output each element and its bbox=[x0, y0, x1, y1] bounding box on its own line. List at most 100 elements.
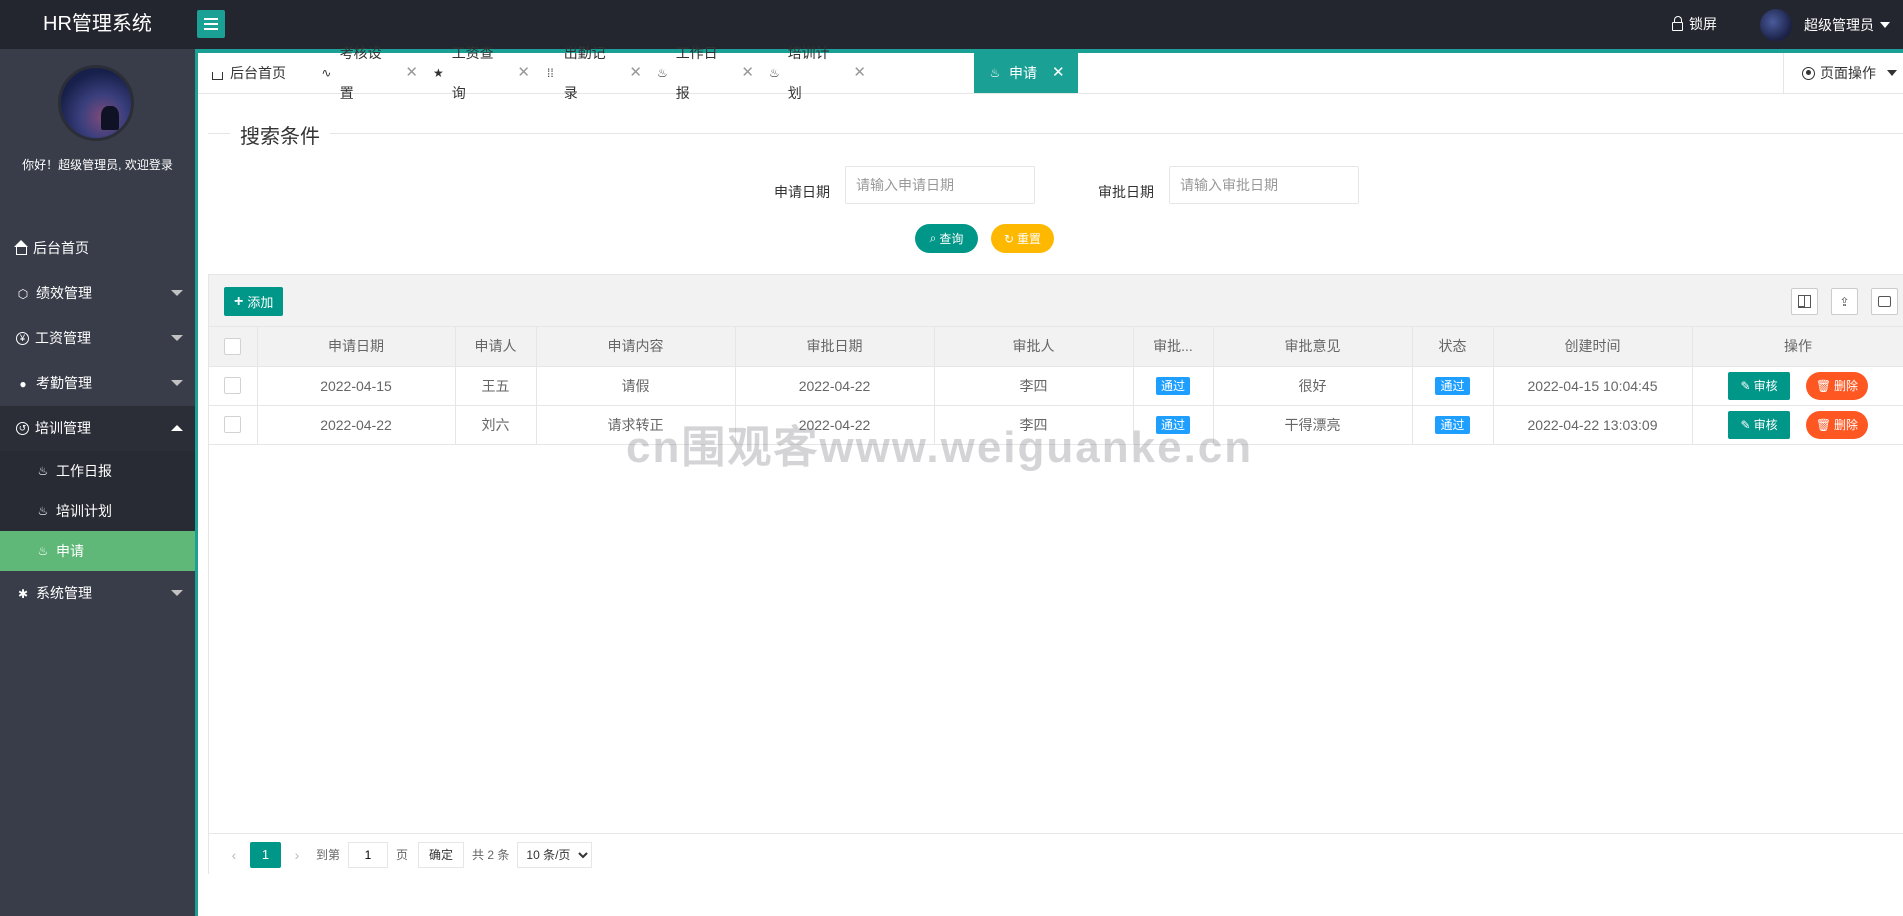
welcome-text: 你好！超级管理员, 欢迎登录 bbox=[22, 158, 173, 172]
hamburger-icon bbox=[204, 23, 218, 25]
tab-application[interactable]: ♨ 申请 ✕ bbox=[974, 53, 1078, 93]
sidebar-item-system[interactable]: ✱ 系统管理 bbox=[0, 571, 195, 616]
applicant-cell: 王五 bbox=[454, 365, 537, 406]
grid-dots-icon: ⁞⁞ bbox=[547, 66, 554, 80]
status-badge: 通过 bbox=[1435, 376, 1470, 395]
column-header[interactable]: 审批意见 bbox=[1212, 327, 1413, 367]
created-cell: 2022-04-22 13:03:09 bbox=[1492, 404, 1693, 445]
gear-icon: ✱ bbox=[17, 586, 29, 601]
tab-label: 考核设置 bbox=[339, 45, 382, 101]
goto-page-input[interactable] bbox=[348, 841, 389, 868]
goto-confirm-button[interactable]: 确定 bbox=[418, 841, 465, 868]
query-label: 查询 bbox=[939, 232, 964, 246]
page-operations-dropdown[interactable]: 页面操作 bbox=[1783, 53, 1903, 93]
select-all-checkbox[interactable] bbox=[224, 338, 242, 356]
tab-home[interactable]: 后台首页 bbox=[198, 53, 296, 93]
approver-cell: 李四 bbox=[933, 365, 1134, 406]
accent-bar-left bbox=[195, 49, 198, 916]
table-header-row: 申请日期 申请人 申请内容 审批日期 审批人 审批... 审批意见 状态 创建时… bbox=[209, 327, 1903, 367]
column-header[interactable]: 审批日期 bbox=[734, 327, 935, 367]
table-toolbar: + 添加 ⇪ bbox=[209, 275, 1903, 327]
tab-label: 申请 bbox=[1009, 65, 1037, 81]
select-all-cell bbox=[209, 327, 258, 367]
fire-icon: ♨ bbox=[37, 504, 49, 518]
table-row: 2022-04-15 王五 请假 2022-04-22 李四 通过 很好 通过 … bbox=[209, 365, 1903, 406]
sidebar-item-label: 培训管理 bbox=[35, 420, 91, 436]
query-button[interactable]: ⌕ 查询 bbox=[915, 224, 978, 253]
sidebar-subitem-training-plan[interactable]: ♨ 培训计划 bbox=[0, 491, 195, 531]
tab-attendance[interactable]: ⁞⁞ 出勤记录 ✕ bbox=[530, 45, 642, 101]
close-icon[interactable]: ✕ bbox=[1052, 53, 1065, 93]
export-button[interactable]: ⇪ bbox=[1831, 288, 1858, 315]
sidebar-item-home[interactable]: 后台首页 bbox=[0, 226, 195, 271]
apply-date-cell: 2022-04-22 bbox=[256, 404, 456, 445]
approve-date-cell: 2022-04-22 bbox=[734, 404, 935, 445]
result-cell: 通过 bbox=[1132, 365, 1214, 406]
tab-bar: 后台首页 ∿ 考核设置 ✕ ★ 工资查询 ✕ ⁞⁞ 出勤记录 ✕ ♨ 工作日报 … bbox=[198, 45, 1903, 101]
sidebar-item-salary[interactable]: ¥ 工资管理 bbox=[0, 316, 195, 361]
print-icon bbox=[1878, 296, 1891, 307]
close-icon[interactable]: ✕ bbox=[629, 53, 642, 93]
chat-icon: ● bbox=[19, 376, 27, 391]
tab-daily-report[interactable]: ♨ 工作日报 ✕ bbox=[642, 45, 754, 101]
application-table: 申请日期 申请人 申请内容 审批日期 审批人 审批... 审批意见 状态 创建时… bbox=[209, 327, 1903, 445]
approve-date-cell: 2022-04-22 bbox=[734, 365, 935, 406]
tab-salary-query[interactable]: ★ 工资查询 ✕ bbox=[418, 45, 530, 101]
column-header[interactable]: 申请人 bbox=[454, 327, 537, 367]
tab-training-plan[interactable]: ♨ 培训计划 ✕ bbox=[754, 45, 866, 101]
opinion-cell: 干得漂亮 bbox=[1212, 404, 1413, 445]
close-icon[interactable]: ✕ bbox=[853, 53, 866, 93]
delete-button[interactable]: 🗑︎ 删除 bbox=[1805, 371, 1868, 400]
pencil-icon: ✎ bbox=[1740, 417, 1751, 432]
chevron-down-icon bbox=[171, 290, 183, 296]
close-icon[interactable]: ✕ bbox=[405, 53, 418, 93]
status-cell: 通过 bbox=[1411, 365, 1494, 406]
sidebar-item-label: 考勤管理 bbox=[36, 375, 92, 391]
approve-date-input[interactable] bbox=[1169, 166, 1359, 204]
current-page[interactable]: 1 bbox=[250, 841, 281, 868]
apply-date-input[interactable] bbox=[845, 166, 1035, 204]
column-header[interactable]: 状态 bbox=[1411, 327, 1494, 367]
column-header[interactable]: 审批人 bbox=[933, 327, 1134, 367]
column-header[interactable]: 审批... bbox=[1132, 327, 1214, 367]
chevron-left-icon[interactable]: ‹ bbox=[223, 847, 245, 863]
reset-button[interactable]: ↻ 重置 bbox=[991, 224, 1054, 253]
goto-label: 到第 bbox=[316, 848, 341, 862]
fieldset-border bbox=[208, 133, 1903, 134]
sidebar-item-performance[interactable]: ⬡ 绩效管理 bbox=[0, 271, 195, 316]
column-filter-button[interactable] bbox=[1791, 288, 1818, 315]
sidebar-subitem-application[interactable]: ♨ 申请 bbox=[0, 531, 195, 571]
content-cell: 请假 bbox=[535, 365, 736, 406]
audit-button[interactable]: ✎ 审核 bbox=[1728, 410, 1791, 439]
tab-assessment[interactable]: ∿ 考核设置 ✕ bbox=[306, 45, 418, 101]
avatar bbox=[1760, 8, 1792, 41]
delete-button[interactable]: 🗑︎ 删除 bbox=[1805, 410, 1868, 439]
apply-date-cell: 2022-04-15 bbox=[256, 365, 456, 406]
approve-date-label: 审批日期 bbox=[1098, 184, 1154, 200]
sidebar-subitem-daily-report[interactable]: ♨ 工作日报 bbox=[0, 451, 195, 491]
row-checkbox[interactable] bbox=[224, 377, 242, 395]
column-header[interactable]: 创建时间 bbox=[1492, 327, 1693, 367]
chevron-right-icon[interactable]: › bbox=[286, 847, 308, 863]
close-icon[interactable]: ✕ bbox=[517, 53, 530, 93]
reset-label: 重置 bbox=[1017, 232, 1042, 246]
sidebar-item-training[interactable]: ↺ 培训管理 bbox=[0, 406, 195, 451]
audit-button[interactable]: ✎ 审核 bbox=[1728, 371, 1791, 400]
lock-screen-button[interactable]: 锁屏 bbox=[1672, 0, 1717, 49]
plus-icon: + bbox=[234, 292, 244, 310]
close-icon[interactable]: ✕ bbox=[741, 53, 754, 93]
page-size-select[interactable]: 10 条/页 bbox=[517, 841, 593, 868]
add-button[interactable]: + 添加 bbox=[224, 287, 284, 316]
print-button[interactable] bbox=[1871, 288, 1898, 315]
user-menu[interactable]: 超级管理员 bbox=[1760, 0, 1890, 49]
sidebar-item-attendance[interactable]: ● 考勤管理 bbox=[0, 361, 195, 406]
sidebar-item-label: 申请 bbox=[56, 543, 84, 559]
status-badge: 通过 bbox=[1155, 376, 1190, 395]
fire-icon: ♨ bbox=[989, 66, 1001, 80]
content-cell: 请求转正 bbox=[535, 404, 736, 445]
home-icon bbox=[14, 240, 28, 255]
row-checkbox[interactable] bbox=[224, 416, 242, 434]
column-header[interactable]: 申请日期 bbox=[256, 327, 456, 367]
column-header[interactable]: 申请内容 bbox=[535, 327, 736, 367]
menu-toggle-button[interactable] bbox=[197, 10, 225, 38]
